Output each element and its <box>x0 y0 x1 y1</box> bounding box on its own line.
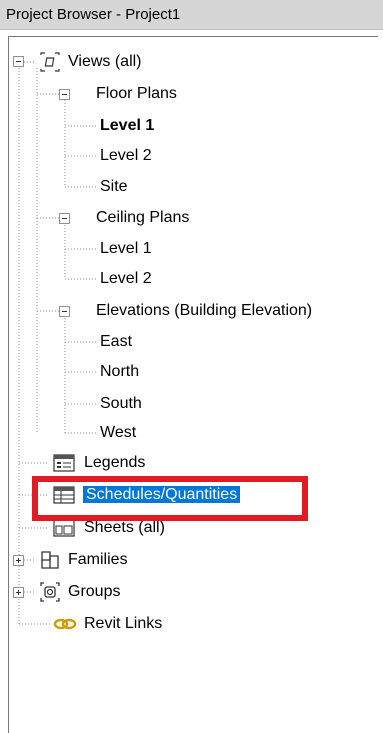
tree-node-revit-links[interactable]: Revit Links <box>84 610 162 638</box>
tree-node-floor-plan-site[interactable]: Site <box>100 173 128 201</box>
sheets-icon <box>53 519 75 537</box>
views-icon <box>40 52 60 72</box>
expand-collapse-toggle[interactable] <box>13 56 24 67</box>
tree-node-label: South <box>100 395 142 412</box>
scrollbar[interactable] <box>378 36 383 732</box>
tree-node-views[interactable]: Views (all) <box>68 48 142 76</box>
tree-node-elevation-east[interactable]: East <box>100 328 132 356</box>
expand-collapse-toggle[interactable] <box>59 89 70 100</box>
tree-node-label: Level 1 <box>100 117 155 134</box>
tree-node-label: Level 1 <box>100 240 152 257</box>
tree-node-label: Elevations (Building Elevation) <box>96 302 313 319</box>
annotation-highlight-box <box>32 476 308 521</box>
legends-icon <box>53 454 75 472</box>
tree-node-label: Families <box>68 551 128 568</box>
link-chain-icon <box>53 618 77 630</box>
tree-node-ceiling-plan-level-2[interactable]: Level 2 <box>100 265 152 293</box>
tree-node-groups[interactable]: Groups <box>68 578 120 606</box>
tree-node-label: North <box>100 363 140 380</box>
tree-node-families[interactable]: Families <box>68 546 128 574</box>
tree-node-label: Groups <box>68 583 121 600</box>
tree-node-elevation-west[interactable]: West <box>100 419 136 447</box>
tree-node-label: Ceiling Plans <box>96 209 190 226</box>
tree-node-label: Legends <box>84 454 146 471</box>
tree-node-label: Level 2 <box>100 147 152 164</box>
tree-node-floor-plan-level-1[interactable]: Level 1 <box>100 112 154 140</box>
families-icon <box>41 551 59 569</box>
tree-node-label: West <box>100 424 137 441</box>
tree-node-elevation-north[interactable]: North <box>100 358 139 386</box>
tree-node-label: Floor Plans <box>96 85 177 102</box>
tree-node-elevation-south[interactable]: South <box>100 390 142 418</box>
tree-node-label: Revit Links <box>84 615 163 632</box>
tree-node-label: Level 2 <box>100 270 152 287</box>
tree-node-floor-plan-level-2[interactable]: Level 2 <box>100 142 152 170</box>
tree-node-label: Views (all) <box>68 53 142 70</box>
tree-node-label: East <box>100 333 133 350</box>
tree-node-label: Site <box>100 178 128 195</box>
expand-collapse-toggle[interactable] <box>59 306 70 317</box>
tree-node-legends[interactable]: Legends <box>84 449 145 477</box>
tree-node-ceiling-plans[interactable]: Ceiling Plans <box>96 204 189 232</box>
tree-node-ceiling-plan-level-1[interactable]: Level 1 <box>100 235 152 263</box>
expand-collapse-toggle[interactable] <box>59 213 70 224</box>
tree-node-label: Sheets (all) <box>84 519 165 536</box>
expand-collapse-toggle[interactable] <box>13 555 24 566</box>
groups-icon <box>40 582 60 602</box>
tree-node-floor-plans[interactable]: Floor Plans <box>96 80 177 108</box>
tree-node-elevations[interactable]: Elevations (Building Elevation) <box>96 297 312 325</box>
expand-collapse-toggle[interactable] <box>13 587 24 598</box>
